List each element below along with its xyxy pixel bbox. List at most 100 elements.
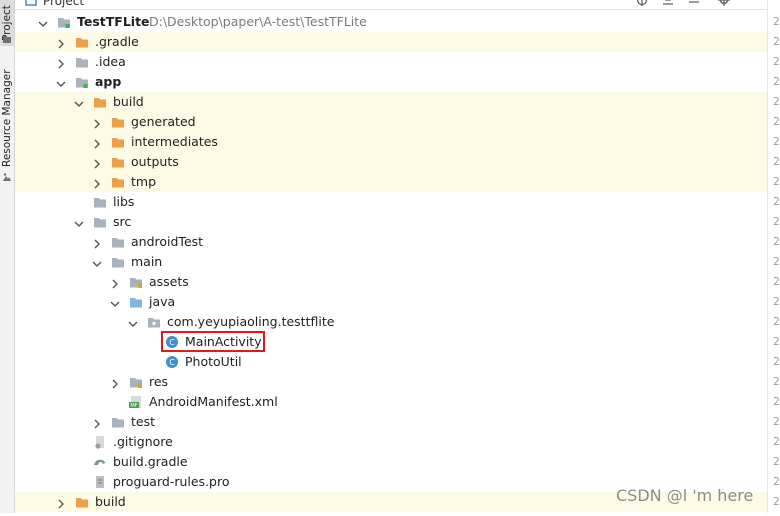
tree-item-label: build.gradle (113, 454, 188, 469)
chevron-right-icon[interactable] (91, 236, 103, 249)
tree-row[interactable]: C MainActivity (15, 332, 767, 352)
chevron-right-icon[interactable] (109, 276, 121, 289)
tree-item-label: TestTFLite (77, 14, 150, 29)
watermark: CSDN @l 'm here (616, 486, 754, 505)
module-folder-icon (75, 75, 89, 89)
chevron-right-icon[interactable] (91, 116, 103, 129)
line-number: 2 (773, 335, 780, 348)
collapse-all-icon[interactable] (662, 0, 674, 6)
tree-row[interactable]: assets (15, 272, 767, 292)
manifest-icon: MF (129, 395, 143, 409)
chevron-down-icon[interactable] (73, 96, 85, 108)
tree-row[interactable]: build.gradle (15, 452, 767, 472)
tree-row[interactable]: tmp (15, 172, 767, 192)
line-number: 2 (773, 255, 780, 268)
line-number: 2 (773, 455, 780, 468)
chevron-down-icon[interactable] (73, 216, 85, 228)
svg-text:MF: MF (130, 403, 137, 409)
project-panel-header: Project (15, 0, 767, 9)
project-path: D:\Desktop\paper\A-test\TestTFLite (149, 14, 367, 29)
chevron-right-icon[interactable] (91, 136, 103, 149)
line-number: 2 (773, 395, 780, 408)
line-number: 2 (773, 315, 780, 328)
tree-item-label: libs (113, 194, 135, 209)
chevron-right-icon[interactable] (109, 376, 121, 389)
gear-icon[interactable] (718, 0, 730, 6)
tree-row[interactable]: outputs (15, 152, 767, 172)
tree-row[interactable]: com.yeyupiaoling.testtflite (15, 312, 767, 332)
orange-folder-icon (111, 155, 125, 169)
svg-text:C: C (169, 358, 175, 367)
line-number: 2 (773, 35, 780, 48)
gitignore-icon (93, 435, 107, 449)
tree-row[interactable]: test (15, 412, 767, 432)
tree-row[interactable]: .gitignore (15, 432, 767, 452)
project-view-icon (25, 0, 37, 6)
gray-folder-icon (111, 415, 125, 429)
tree-row[interactable]: intermediates (15, 132, 767, 152)
line-number: 2 (773, 435, 780, 448)
line-number: 2 (773, 75, 780, 88)
chevron-right-icon[interactable] (55, 496, 67, 509)
line-number: 2 (773, 15, 780, 28)
expand-all-icon[interactable] (688, 0, 700, 6)
tree-row[interactable]: androidTest (15, 232, 767, 252)
gray-folder-icon (93, 195, 107, 209)
resource-manager-tool-tab[interactable]: Resource Manager (0, 68, 14, 168)
chevron-right-icon[interactable] (55, 56, 67, 69)
tree-item-label: res (149, 374, 169, 389)
line-number: 2 (773, 175, 780, 188)
tree-item-label: main (131, 254, 163, 269)
chevron-down-icon[interactable] (55, 76, 67, 88)
line-number: 2 (773, 195, 780, 208)
tree-row[interactable]: .gradle (15, 32, 767, 52)
chevron-down-icon[interactable] (91, 256, 103, 268)
orange-folder-icon (75, 35, 89, 49)
tree-item-label: PhotoUtil (185, 354, 242, 369)
panel-title[interactable]: Project (43, 0, 84, 8)
tree-item-label: com.yeyupiaoling.testtflite (167, 314, 335, 329)
left-tool-strip: Project Resource Manager (0, 0, 15, 513)
locate-icon[interactable] (636, 0, 648, 6)
line-number: 2 (773, 55, 780, 68)
tree-row[interactable]: generated (15, 112, 767, 132)
gray-folder-icon (111, 255, 125, 269)
tree-row[interactable]: libs (15, 192, 767, 212)
header-divider (15, 9, 767, 10)
line-number: 2 (773, 155, 780, 168)
orange-folder-icon (93, 95, 107, 109)
line-number: 2 (773, 215, 780, 228)
tree-row[interactable]: src (15, 212, 767, 232)
tree-row[interactable]: build (15, 92, 767, 112)
project-folder-icon (3, 36, 11, 43)
chevron-down-icon[interactable] (109, 296, 121, 308)
tree-item-label: intermediates (131, 134, 218, 149)
chevron-right-icon[interactable] (91, 156, 103, 169)
tree-item-label: build (95, 494, 126, 509)
gradle-icon (93, 455, 107, 469)
blue-folder-icon (129, 295, 143, 309)
gray-folder-icon (93, 215, 107, 229)
tree-row[interactable]: .idea (15, 52, 767, 72)
orange-folder-icon (111, 115, 125, 129)
tree-item-label: generated (131, 114, 196, 129)
tree-row[interactable]: C PhotoUtil (15, 352, 767, 372)
tree-row[interactable]: main (15, 252, 767, 272)
line-number: 2 (773, 115, 780, 128)
tree-item-label: java (149, 294, 176, 309)
line-number: 2 (773, 415, 780, 428)
tree-row[interactable]: TestTFLite D:\Desktop\paper\A-test\TestTF… (15, 12, 767, 32)
chevron-down-icon[interactable] (37, 16, 49, 28)
tree-row[interactable]: res (15, 372, 767, 392)
tree-row[interactable]: app (15, 72, 767, 92)
tree-item-label: androidTest (131, 234, 204, 249)
chevron-right-icon[interactable] (55, 36, 67, 49)
chevron-right-icon[interactable] (91, 176, 103, 189)
line-number: 2 (773, 355, 780, 368)
line-number: 2 (773, 375, 780, 388)
chevron-right-icon[interactable] (91, 416, 103, 429)
tree-item-label: outputs (131, 154, 179, 169)
tree-row[interactable]: MF AndroidManifest.xml (15, 392, 767, 412)
tree-row[interactable]: java (15, 292, 767, 312)
chevron-down-icon[interactable] (127, 316, 139, 328)
